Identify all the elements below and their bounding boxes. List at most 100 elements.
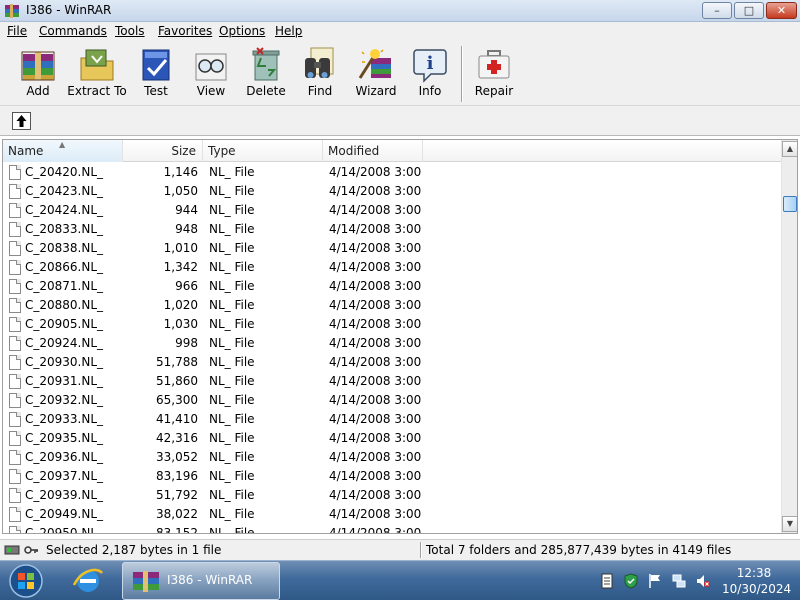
file-name: C_20936.NL_ <box>25 450 104 464</box>
file-size: 1,030 <box>163 317 198 331</box>
list-item[interactable]: C_20933.NL_ 41,410 NL_ File 4/14/2008 3:00 … <box>3 410 781 429</box>
file-modified: 4/14/2008 3:00 ... <box>329 488 423 502</box>
view-button[interactable]: View <box>183 42 239 104</box>
system-clock[interactable]: 12:38 10/30/2024 <box>722 565 791 597</box>
file-modified: 4/14/2008 3:00 ... <box>329 412 423 426</box>
file-size: 51,792 <box>156 488 198 502</box>
file-size: 1,342 <box>163 260 198 274</box>
close-button[interactable]: ✕ <box>766 2 797 19</box>
file-icon <box>9 469 21 484</box>
taskbar-winrar-button[interactable]: I386 - WinRAR <box>122 562 280 600</box>
recycle-bin-icon <box>252 47 280 81</box>
scroll-thumb[interactable] <box>783 196 797 212</box>
list-item[interactable]: C_20871.NL_ 966 NL_ File 4/14/2008 3:00 ... <box>3 277 781 296</box>
list-item[interactable]: C_20924.NL_ 998 NL_ File 4/14/2008 3:00 ... <box>3 334 781 353</box>
list-item[interactable]: C_20935.NL_ 42,316 NL_ File 4/14/2008 3:00 … <box>3 429 781 448</box>
file-type: NL_ File <box>209 260 255 274</box>
start-button[interactable] <box>6 562 46 600</box>
file-name: C_20866.NL_ <box>25 260 104 274</box>
list-header: Name ▲ Size Type Modified <box>3 140 781 162</box>
file-type: NL_ File <box>209 279 255 293</box>
file-name: C_20838.NL_ <box>25 241 104 255</box>
menu-options[interactable]: Options <box>219 24 265 38</box>
winrar-app-icon <box>5 4 19 18</box>
file-type: NL_ File <box>209 450 255 464</box>
file-size: 41,410 <box>156 412 198 426</box>
file-name: C_20932.NL_ <box>25 393 104 407</box>
drive-key-icon <box>4 545 38 555</box>
menu-commands[interactable]: Commands <box>39 24 107 38</box>
scroll-up-button[interactable]: ▲ <box>782 141 797 157</box>
up-folder-button[interactable] <box>12 112 31 130</box>
file-type: NL_ File <box>209 469 255 483</box>
test-button[interactable]: Test <box>128 42 184 104</box>
column-name[interactable]: Name ▲ <box>3 140 123 162</box>
file-name: C_20424.NL_ <box>25 203 104 217</box>
list-item[interactable]: C_20880.NL_ 1,020 NL_ File 4/14/2008 3:00 .… <box>3 296 781 315</box>
file-icon <box>9 298 21 313</box>
list-item[interactable]: C_20936.NL_ 33,052 NL_ File 4/14/2008 3:00 … <box>3 448 781 467</box>
action-center-flag-icon[interactable] <box>648 573 662 589</box>
maximize-button[interactable]: □ <box>734 2 764 19</box>
file-name: C_20924.NL_ <box>25 336 104 350</box>
file-size: 51,860 <box>156 374 198 388</box>
file-modified: 4/14/2008 3:00 ... <box>329 336 423 350</box>
file-icon <box>9 203 21 218</box>
file-type: NL_ File <box>209 184 255 198</box>
info-icon: i <box>413 49 447 83</box>
add-button[interactable]: Add <box>10 42 66 104</box>
menu-tools[interactable]: Tools <box>115 24 145 38</box>
file-type: NL_ File <box>209 507 255 521</box>
list-item[interactable]: C_20932.NL_ 65,300 NL_ File 4/14/2008 3:00 … <box>3 391 781 410</box>
column-size[interactable]: Size <box>123 140 203 162</box>
vertical-scrollbar[interactable]: ▲ ▼ <box>781 140 797 533</box>
minimize-button[interactable]: – <box>702 2 732 19</box>
file-modified: 4/14/2008 3:00 ... <box>329 317 423 331</box>
file-size: 51,788 <box>156 355 198 369</box>
test-checkmark-icon <box>142 49 170 81</box>
list-item[interactable]: C_20424.NL_ 944 NL_ File 4/14/2008 3:00 ... <box>3 201 781 220</box>
list-item[interactable]: C_20833.NL_ 948 NL_ File 4/14/2008 3:00 ... <box>3 220 781 239</box>
file-modified: 4/14/2008 3:00 ... <box>329 260 423 274</box>
list-item[interactable]: C_20420.NL_ 1,146 NL_ File 4/14/2008 3:00 .… <box>3 163 781 182</box>
list-item[interactable]: C_20423.NL_ 1,050 NL_ File 4/14/2008 3:00 .… <box>3 182 781 201</box>
list-item[interactable]: C_20866.NL_ 1,342 NL_ File 4/14/2008 3:00 .… <box>3 258 781 277</box>
file-size: 948 <box>175 222 198 236</box>
volume-muted-icon[interactable] <box>696 573 710 589</box>
network-icon[interactable] <box>672 573 686 589</box>
file-type: NL_ File <box>209 222 255 236</box>
document-tray-icon[interactable] <box>600 573 614 589</box>
menu-favorites[interactable]: Favorites <box>158 24 212 38</box>
info-label: Info <box>418 84 442 98</box>
column-modified[interactable]: Modified <box>323 140 423 162</box>
scroll-down-button[interactable]: ▼ <box>782 516 797 532</box>
column-type[interactable]: Type <box>203 140 323 162</box>
file-size: 944 <box>175 203 198 217</box>
file-size: 1,010 <box>163 241 198 255</box>
list-item[interactable]: C_20838.NL_ 1,010 NL_ File 4/14/2008 3:00 .… <box>3 239 781 258</box>
file-modified: 4/14/2008 3:00 ... <box>329 450 423 464</box>
list-item[interactable]: C_20930.NL_ 51,788 NL_ File 4/14/2008 3:00 … <box>3 353 781 372</box>
file-name: C_20423.NL_ <box>25 184 104 198</box>
list-item[interactable]: C_20949.NL_ 38,022 NL_ File 4/14/2008 3:00 … <box>3 505 781 524</box>
wizard-icon <box>358 49 391 79</box>
internet-explorer-icon[interactable] <box>70 565 106 597</box>
list-item[interactable]: C_20905.NL_ 1,030 NL_ File 4/14/2008 3:00 .… <box>3 315 781 334</box>
list-item[interactable]: C_20950.NL_ 83,152 NL_ File 4/14/2008 3:00 … <box>3 524 781 533</box>
extract-to-button[interactable]: Extract To <box>67 42 127 104</box>
list-item[interactable]: C_20939.NL_ 51,792 NL_ File 4/14/2008 3:00 … <box>3 486 781 505</box>
menu-file[interactable]: File <box>7 24 27 38</box>
svg-text:i: i <box>427 53 434 74</box>
status-bar: Selected 2,187 bytes in 1 file Total 7 f… <box>0 539 800 560</box>
file-name: C_20833.NL_ <box>25 222 104 236</box>
menu-help[interactable]: Help <box>275 24 302 38</box>
repair-button[interactable]: Repair <box>466 42 522 104</box>
list-item[interactable]: C_20931.NL_ 51,860 NL_ File 4/14/2008 3:00 … <box>3 372 781 391</box>
info-button[interactable]: i Info <box>402 42 458 104</box>
list-item[interactable]: C_20937.NL_ 83,196 NL_ File 4/14/2008 3:00 … <box>3 467 781 486</box>
find-button[interactable]: Find <box>292 42 348 104</box>
file-list[interactable]: Name ▲ Size Type Modified C_20420.NL_ 1,1… <box>2 139 798 534</box>
file-size: 38,022 <box>156 507 198 521</box>
minimize-icon: – <box>714 4 720 17</box>
security-shield-icon[interactable] <box>624 573 638 589</box>
